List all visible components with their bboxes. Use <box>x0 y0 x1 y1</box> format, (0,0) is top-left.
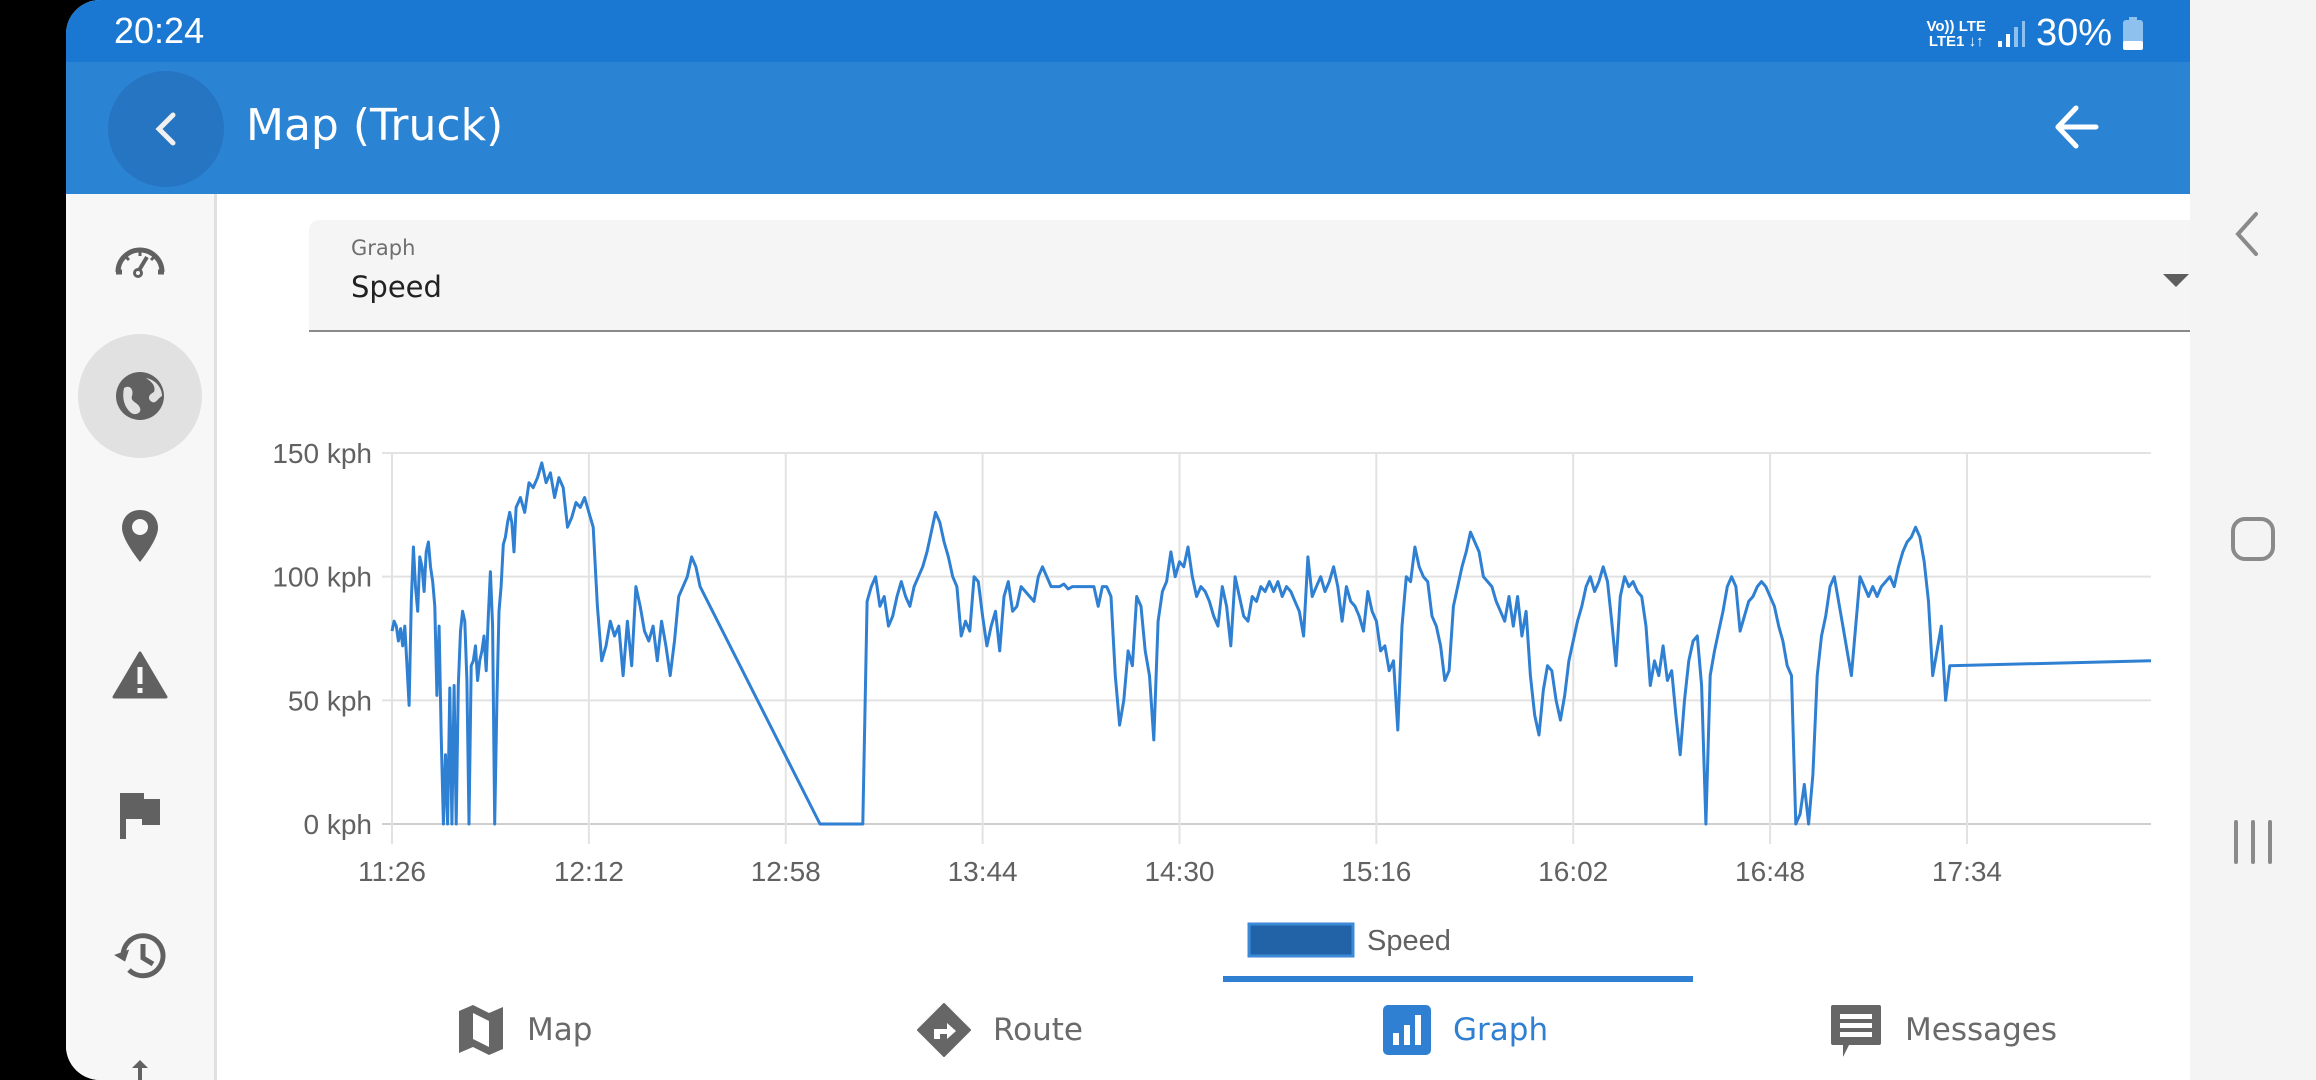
legend-swatch <box>1247 922 1355 958</box>
status-bar: 20:24 Vo)) LTE LTE1 ↓↑ 30% <box>66 0 2190 62</box>
page-title: Map (Truck) <box>246 100 504 151</box>
back-button[interactable] <box>108 71 224 187</box>
x-tick-label: 13:44 <box>948 856 1018 887</box>
message-icon <box>1831 1005 1881 1057</box>
flag-icon <box>120 793 160 839</box>
app-window: 20:24 Vo)) LTE LTE1 ↓↑ 30% Map (Truck) G… <box>66 0 2190 1080</box>
system-nav-bar <box>2190 0 2316 1080</box>
x-tick-label: 17:34 <box>1932 856 2002 887</box>
chevron-left-icon <box>155 112 176 146</box>
x-tick-label: 16:48 <box>1735 856 1805 887</box>
status-time: 20:24 <box>114 10 205 51</box>
sidebar-item-location[interactable] <box>78 474 202 598</box>
chart-legend[interactable]: Speed <box>1247 922 1451 958</box>
sidebar <box>66 194 217 1080</box>
home-icon[interactable] <box>2230 516 2276 562</box>
history-icon <box>114 933 166 979</box>
app-bar: Map (Truck) <box>66 62 2190 194</box>
y-tick-label: 100 kph <box>272 562 372 593</box>
sidebar-item-alerts[interactable] <box>78 614 202 738</box>
signal-icon <box>1997 20 2025 47</box>
x-tick-label: 14:30 <box>1144 856 1214 887</box>
x-tick-label: 15:16 <box>1341 856 1411 887</box>
battery-icon <box>2123 16 2143 50</box>
x-axis-ticks: 11:26 12:12 12:58 13:44 14:30 15:16 16:02 16:48… <box>358 856 2002 887</box>
y-tick-label: 50 kph <box>288 685 372 716</box>
recents-icon[interactable] <box>2230 820 2276 864</box>
y-tick-label: 150 kph <box>272 438 372 469</box>
sidebar-item-history[interactable] <box>78 894 202 1018</box>
tab-messages[interactable]: Messages <box>1829 1000 2057 1060</box>
warning-icon <box>112 651 168 699</box>
map-pin-icon <box>122 510 158 562</box>
x-tick-label: 16:02 <box>1538 856 1608 887</box>
bar-chart-icon <box>1383 1005 1431 1055</box>
bottom-tabs: Map Route Graph Messages <box>217 964 2190 1080</box>
sidebar-item-more[interactable] <box>78 1034 202 1080</box>
chart-grid <box>382 452 2151 844</box>
tab-route[interactable]: Route <box>917 1000 1083 1060</box>
route-icon <box>917 1003 971 1057</box>
tab-map[interactable]: Map <box>457 1000 592 1060</box>
active-tab-indicator <box>1223 976 1693 982</box>
y-axis-ticks: 0 kph 50 kph 100 kph 150 kph <box>272 438 372 840</box>
legend-label: Speed <box>1367 925 1451 957</box>
back-icon[interactable] <box>2232 210 2262 258</box>
arrow-up-icon <box>132 1060 148 1080</box>
tab-messages-label: Messages <box>1905 1012 2058 1048</box>
battery-percent: 30% <box>2035 12 2112 54</box>
sidebar-item-globe[interactable] <box>78 334 202 458</box>
tab-route-label: Route <box>993 1012 1083 1048</box>
speed-series-line <box>390 461 2152 826</box>
x-tick-label: 12:12 <box>554 856 624 887</box>
sidebar-item-flags[interactable] <box>78 754 202 878</box>
network-top-text: Vo)) LTE <box>1926 17 1986 35</box>
speedometer-icon <box>115 247 165 278</box>
globe-icon <box>116 372 164 420</box>
x-tick-label: 11:26 <box>358 856 426 887</box>
sidebar-item-dashboard[interactable] <box>78 196 202 320</box>
tab-map-label: Map <box>527 1012 593 1048</box>
content-area: Graph Speed 0 kph 50 kph 100 kph 150 kph 11… <box>217 194 2190 1080</box>
y-tick-label: 0 kph <box>304 809 373 840</box>
arrow-left-icon[interactable] <box>2052 102 2102 152</box>
map-icon <box>459 1005 503 1055</box>
speed-chart: 0 kph 50 kph 100 kph 150 kph 11:26 12:12 12:5… <box>272 438 2152 958</box>
network-bottom-text: LTE1 ↓↑ <box>1928 32 1984 50</box>
status-indicators: Vo)) LTE LTE1 ↓↑ 30% <box>1927 12 2145 55</box>
x-tick-label: 12:58 <box>751 856 821 887</box>
tab-graph-label: Graph <box>1453 1012 1549 1048</box>
tab-graph[interactable]: Graph <box>1383 1000 1548 1060</box>
network-indicator: Vo)) LTE LTE1 ↓↑ <box>1927 19 1986 49</box>
